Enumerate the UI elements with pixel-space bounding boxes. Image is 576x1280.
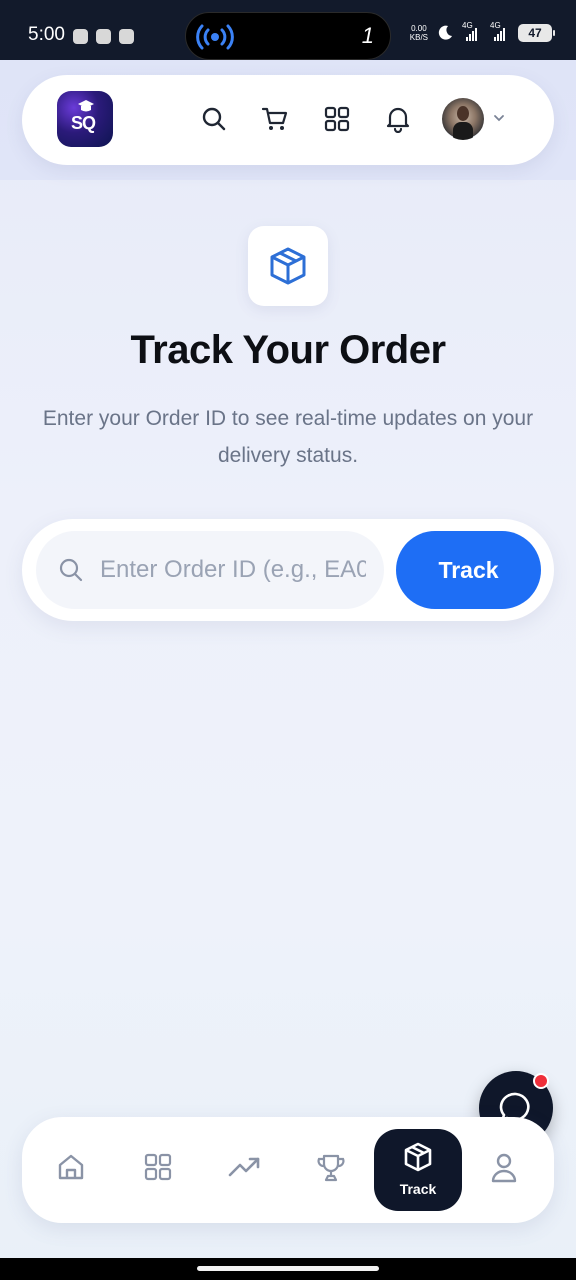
trophy-icon [317,1154,345,1182]
user-icon [491,1153,517,1183]
status-time: 5:00 [28,24,65,45]
notification-dot [533,1073,549,1089]
home-indicator[interactable] [197,1266,379,1271]
status-bar: 5:00 1 0.00 KB/S 4G 4G 47 [0,0,576,60]
search-icon[interactable] [200,105,228,133]
app-logo[interactable]: SQ [57,91,113,147]
page-subtitle: Enter your Order ID to see real-time upd… [42,407,534,467]
search-icon [59,558,83,582]
cart-icon[interactable] [261,105,289,133]
dynamic-island: 1 [185,12,391,60]
package-icon [270,247,306,285]
package-icon [404,1142,432,1172]
bell-icon[interactable] [384,105,412,133]
grid-icon [144,1153,172,1181]
nav-trending[interactable] [226,1117,266,1223]
notification-app-icon [73,29,88,44]
status-indicators: 0.00 KB/S 4G 4G 47 [409,21,555,42]
network-speed: 0.00 KB/S [409,24,428,42]
hero-icon-box [248,226,328,306]
nav-home[interactable] [52,1117,92,1223]
signal-icon: 4G [462,21,482,41]
order-search-card: Track [22,519,554,621]
broadcast-icon [196,24,234,50]
avatar[interactable] [442,98,484,140]
nav-categories[interactable] [140,1117,180,1223]
track-button[interactable]: Track [396,531,541,609]
order-id-input[interactable] [100,531,366,609]
island-counter: 1 [361,23,374,48]
signal-icon: 4G [490,21,510,41]
trending-up-icon [228,1157,260,1177]
moon-icon [438,25,452,40]
graduation-cap-icon [78,100,94,112]
nav-profile[interactable] [488,1117,528,1223]
battery-icon: 47 [518,24,555,42]
notification-app-icon [96,29,111,44]
top-header: SQ [22,75,554,165]
nav-rewards[interactable] [312,1117,352,1223]
nav-track[interactable]: Track [374,1129,462,1211]
home-icon [58,1154,84,1180]
status-app-icons [73,29,134,44]
grid-icon[interactable] [323,105,351,133]
nav-track-label: Track [399,1181,437,1197]
notification-app-icon [119,29,134,44]
page-title: Track Your Order [130,328,446,372]
logo-text: SQ [71,113,96,133]
order-id-field[interactable] [36,531,384,609]
chevron-down-icon[interactable] [492,111,506,125]
bottom-nav: Track [22,1117,554,1223]
